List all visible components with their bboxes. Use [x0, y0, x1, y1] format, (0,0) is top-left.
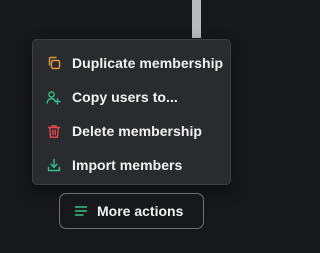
scrollbar-thumb[interactable] — [192, 0, 201, 38]
trash-icon — [46, 124, 61, 139]
import-members-menu-item[interactable]: Import members — [33, 148, 230, 182]
screen: Duplicate membership Copy users to... De… — [0, 0, 258, 253]
delete-membership-menu-item[interactable]: Delete membership — [33, 114, 230, 148]
menu-item-label: Copy users to... — [72, 89, 178, 105]
copy-icon — [46, 56, 61, 71]
more-actions-button[interactable]: More actions — [59, 193, 204, 229]
more-actions-label: More actions — [97, 203, 184, 219]
menu-item-label: Delete membership — [72, 123, 203, 139]
user-plus-icon — [46, 90, 61, 105]
copy-users-menu-item[interactable]: Copy users to... — [33, 80, 230, 114]
menu-lines-icon — [74, 204, 88, 218]
menu-item-label: Import members — [72, 157, 183, 173]
actions-dropdown-menu: Duplicate membership Copy users to... De… — [32, 39, 231, 185]
menu-item-label: Duplicate membership — [72, 55, 224, 71]
download-icon — [46, 158, 61, 173]
duplicate-membership-menu-item[interactable]: Duplicate membership — [33, 46, 230, 80]
